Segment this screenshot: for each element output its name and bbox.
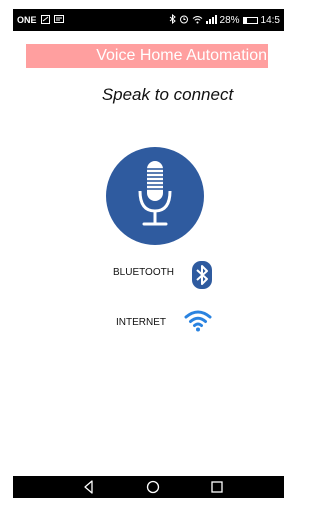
wifi-icon[interactable] [184,308,212,332]
status-left: ONE [17,14,64,26]
alarm-icon [179,14,189,26]
back-icon[interactable] [81,479,97,495]
sim-icon [40,14,50,26]
status-bar: ONE 28% 14:5 [13,9,284,31]
status-time: 14:5 [260,14,280,26]
signal-icon [205,14,217,26]
bluetooth-icon[interactable] [192,261,212,289]
carrier-label: ONE [17,15,37,25]
message-icon [53,15,64,25]
battery-icon [242,16,258,24]
internet-label: INTERNET [116,317,166,328]
status-right: 28% 14:5 [169,13,280,26]
app-title: Voice Home Automation [96,47,267,64]
battery-percent: 28% [219,14,240,26]
recents-icon[interactable] [209,479,225,495]
app-title-bar: Voice Home Automation [26,44,268,68]
home-icon[interactable] [145,479,161,495]
phone-screen: ONE 28% 14:5 Voice Home Automation Speak… [13,9,284,498]
navigation-bar [13,476,284,498]
battery-fill [243,17,248,23]
bluetooth-icon [169,13,176,26]
speak-prompt: Speak to connect [101,85,234,104]
microphone-button[interactable] [106,147,204,245]
microphone-icon [138,161,172,226]
bluetooth-label: BLUETOOTH [113,267,174,278]
wifi-icon [192,15,203,26]
